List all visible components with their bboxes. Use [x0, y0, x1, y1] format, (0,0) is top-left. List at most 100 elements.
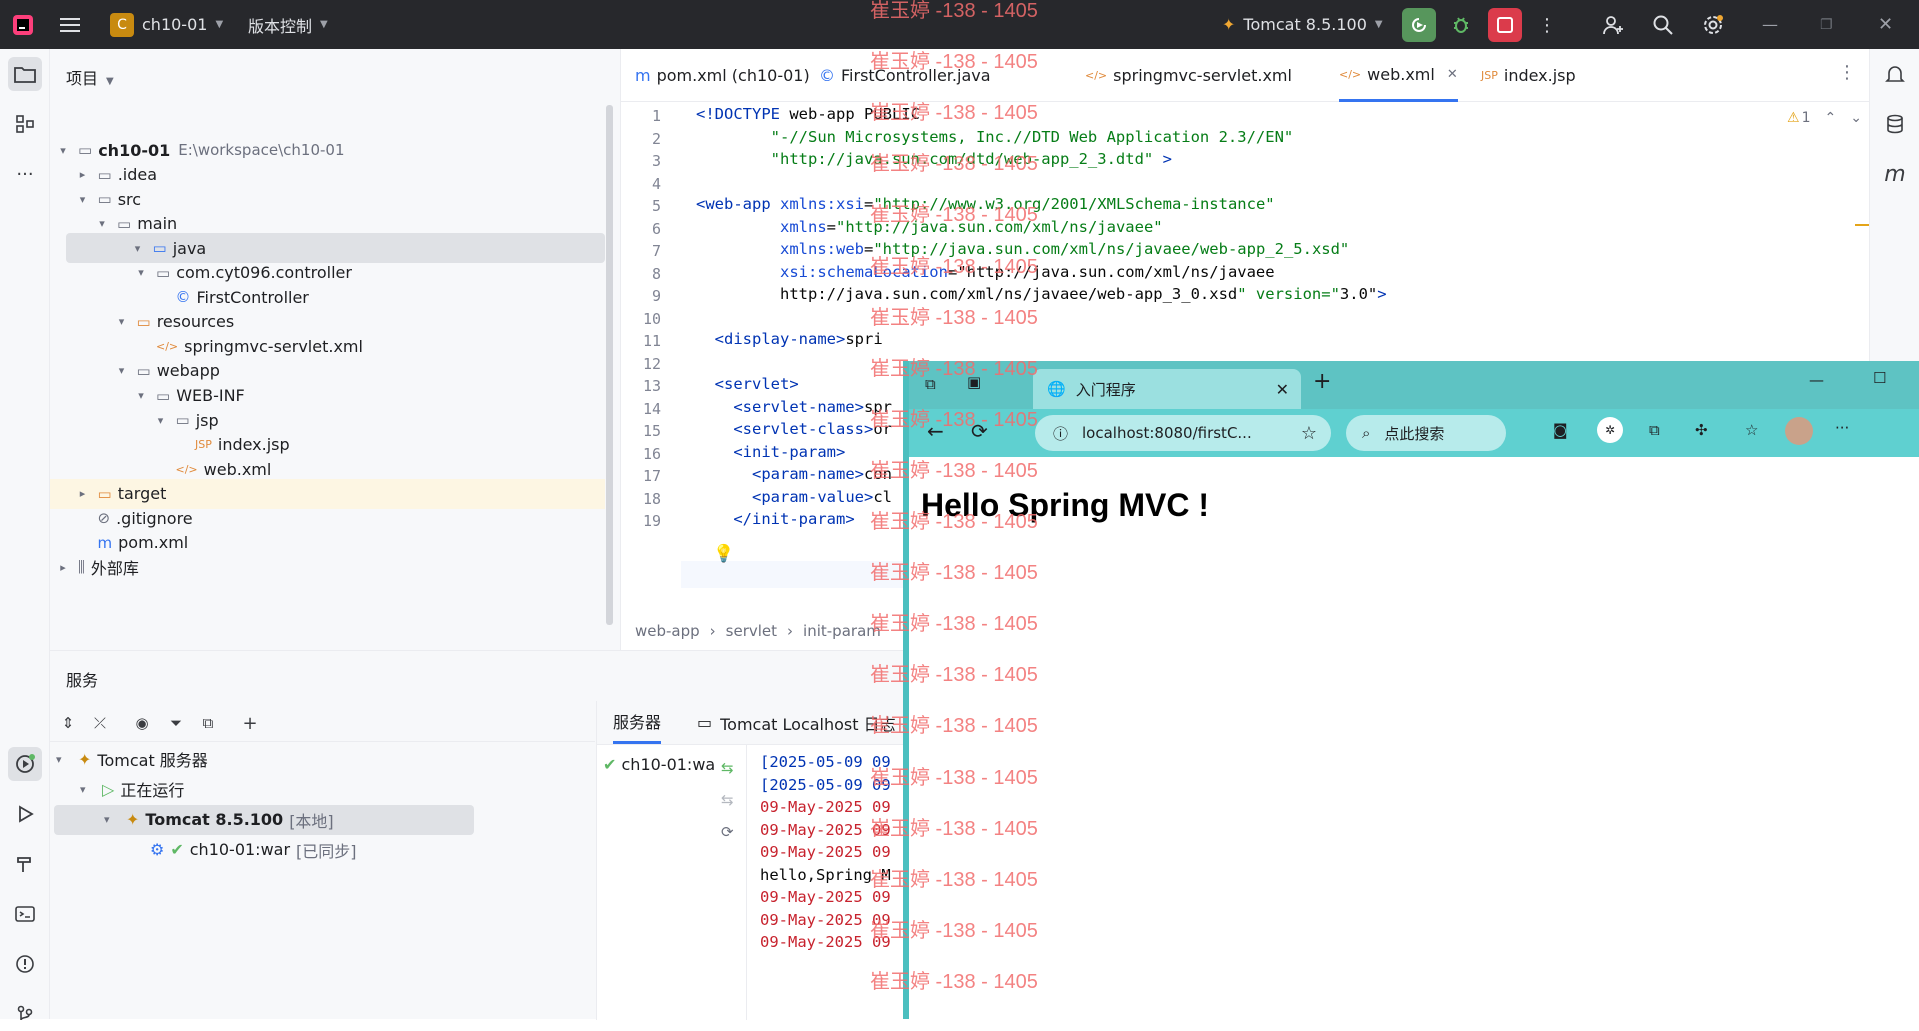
- minimize-window-icon[interactable]: —: [1762, 0, 1778, 49]
- browser-maximize-icon[interactable]: ☐: [1873, 369, 1886, 387]
- stop-button[interactable]: [1488, 8, 1522, 42]
- extension-icon[interactable]: ✲: [1597, 417, 1623, 443]
- chevron-up-icon[interactable]: ⌃: [1824, 110, 1836, 126]
- search-icon[interactable]: [1646, 8, 1680, 42]
- refresh-icon[interactable]: ⟳: [721, 823, 734, 841]
- project-scrollbar[interactable]: [606, 105, 613, 625]
- maximize-window-icon[interactable]: ❐: [1820, 0, 1833, 49]
- database-icon[interactable]: [1878, 107, 1912, 141]
- tree-row[interactable]: ▸ ⫼ 外部库: [50, 552, 605, 582]
- run-config-selector[interactable]: ✦ Tomcat 8.5.100 ▼: [1222, 0, 1383, 49]
- project-panel-title[interactable]: 项目 ▼: [66, 65, 114, 89]
- collapse-all-icon[interactable]: ⤫: [88, 711, 112, 735]
- build-hammer-icon[interactable]: [8, 847, 42, 881]
- chevron-down-icon[interactable]: ▾: [95, 217, 109, 230]
- debug-button[interactable]: [1444, 8, 1478, 42]
- chevron-down-icon[interactable]: ▾: [115, 364, 129, 377]
- editor-tab[interactable]: JSP index.jsp: [1481, 49, 1576, 102]
- notifications-bell-icon[interactable]: [1878, 57, 1912, 91]
- chevron-down-icon[interactable]: ▾: [56, 144, 70, 157]
- chevron-down-icon[interactable]: ▾: [134, 389, 148, 402]
- chevron-down-icon[interactable]: ▾: [80, 783, 94, 796]
- editor-tab[interactable]: © FirstController.java: [819, 49, 991, 102]
- chevron-right-icon[interactable]: ▸: [56, 561, 70, 574]
- deployment-item[interactable]: ✔ ch10-01:wa: [603, 755, 715, 774]
- extensions-puzzle-icon[interactable]: ✣: [1695, 421, 1708, 439]
- run-tool-icon[interactable]: [8, 797, 42, 831]
- back-arrow-icon[interactable]: ←: [927, 419, 944, 443]
- close-tab-icon[interactable]: ✕: [1276, 380, 1289, 399]
- collections-icon[interactable]: ⧉: [1649, 421, 1660, 439]
- project-switcher[interactable]: C ch10-01 ▼: [110, 0, 223, 49]
- workspaces-icon[interactable]: ⧉: [925, 375, 936, 393]
- chevron-right-icon[interactable]: ▸: [76, 487, 90, 500]
- address-bar[interactable]: ⓘ localhost:8080/firstC... ☆: [1035, 415, 1331, 451]
- editor-tab[interactable]: </> web.xml ✕: [1339, 49, 1458, 102]
- add-service-icon[interactable]: +: [238, 711, 262, 735]
- editor-tabs-more-icon[interactable]: ⋮: [1838, 62, 1856, 83]
- rerun-button[interactable]: [1402, 8, 1436, 42]
- expand-all-icon[interactable]: ⇕: [56, 711, 80, 735]
- breadcrumb-item-servlet[interactable]: servlet: [726, 622, 777, 640]
- service-tree-row[interactable]: ▾ ✦ Tomcat 8.5.100 [本地]: [54, 804, 474, 835]
- new-tab-icon[interactable]: +: [1313, 369, 1331, 394]
- editor-tab-label: springmvc-servlet.xml: [1113, 66, 1292, 85]
- chevron-down-icon[interactable]: ▾: [131, 242, 145, 255]
- editor-tab[interactable]: </> springmvc-servlet.xml: [1085, 49, 1292, 102]
- more-actions-icon[interactable]: ⋮: [1530, 8, 1564, 42]
- inspection-widget[interactable]: ⚠ 1 ⌃ ⌄: [1787, 110, 1862, 126]
- structure-tool-icon[interactable]: [8, 107, 42, 141]
- chevron-down-icon[interactable]: ▾: [154, 414, 168, 427]
- settings-gear-icon[interactable]: [1696, 8, 1730, 42]
- chevron-down-icon[interactable]: ▾: [56, 753, 70, 766]
- favorites-icon[interactable]: ☆: [1745, 421, 1758, 439]
- problems-icon[interactable]: [8, 947, 42, 981]
- close-window-icon[interactable]: ✕: [1878, 0, 1893, 49]
- maven-tool-icon[interactable]: m: [1878, 157, 1912, 191]
- tab-localhost-log[interactable]: ▭ Tomcat Localhost 日志: [697, 701, 896, 744]
- close-tab-icon[interactable]: ✕: [1447, 67, 1458, 82]
- chevron-down-icon[interactable]: ▾: [115, 315, 129, 328]
- service-tree-row[interactable]: ⚙ ✔ ch10-01:war [已同步]: [50, 835, 570, 865]
- tomcat-icon: ✦: [1222, 15, 1236, 34]
- deploy-icon[interactable]: ⇆: [721, 759, 734, 777]
- vcs-menu[interactable]: 版本控制 ▼: [248, 0, 328, 49]
- site-info-icon[interactable]: ⓘ: [1053, 423, 1068, 444]
- git-icon[interactable]: [8, 997, 42, 1031]
- service-tree-hint: [已同步]: [296, 841, 357, 861]
- browser-minimize-icon[interactable]: —: [1809, 371, 1824, 389]
- chevron-down-icon[interactable]: ▾: [134, 266, 148, 279]
- chevron-down-icon[interactable]: ▾: [104, 813, 118, 826]
- tab-actions-icon[interactable]: ▣: [967, 373, 981, 391]
- breadcrumb-item-init-param[interactable]: init-param: [803, 622, 881, 640]
- extension-mask-icon[interactable]: ◙: [1553, 421, 1568, 439]
- chevron-right-icon[interactable]: ▸: [76, 168, 90, 181]
- service-tree-row[interactable]: ▾ ▷ 正在运行: [50, 774, 570, 804]
- more-tools-icon[interactable]: ···: [8, 157, 42, 191]
- service-tree-row[interactable]: ▾ ✦ Tomcat 服务器: [50, 744, 570, 774]
- browser-menu-icon[interactable]: ···: [1835, 419, 1849, 437]
- favorite-star-icon[interactable]: ☆: [1301, 423, 1317, 444]
- editor-tab[interactable]: m pom.xml (ch10-01): [635, 49, 810, 102]
- profile-avatar[interactable]: [1785, 417, 1813, 445]
- tab-server[interactable]: 服务器: [613, 701, 662, 744]
- add-user-icon[interactable]: [1596, 8, 1630, 42]
- app-logo-icon[interactable]: [12, 0, 34, 49]
- eye-icon[interactable]: ◉: [130, 711, 154, 735]
- reload-icon[interactable]: ⟳: [971, 419, 988, 443]
- project-tool-icon[interactable]: [8, 57, 42, 91]
- browser-tab[interactable]: 🌐 入门程序 ✕: [1033, 369, 1301, 409]
- intention-bulb-icon[interactable]: 💡: [713, 544, 734, 564]
- terminal-icon[interactable]: [8, 897, 42, 931]
- filter-icon[interactable]: ⏷: [164, 711, 188, 735]
- new-tab-icon[interactable]: ⧉: [196, 711, 220, 735]
- chevron-down-icon[interactable]: ⌄: [1850, 110, 1862, 126]
- browser-search-box[interactable]: ⌕ 点此搜索: [1346, 415, 1506, 451]
- chevron-down-icon[interactable]: ▾: [76, 193, 90, 206]
- breadcrumb-item-web-app[interactable]: web-app: [635, 622, 700, 640]
- services-tool-icon[interactable]: [8, 747, 42, 781]
- folder-icon: ▭: [156, 386, 171, 405]
- undeploy-icon[interactable]: ⇆: [721, 791, 734, 809]
- main-menu-icon[interactable]: [60, 0, 80, 49]
- line-number: 18: [642, 489, 661, 508]
